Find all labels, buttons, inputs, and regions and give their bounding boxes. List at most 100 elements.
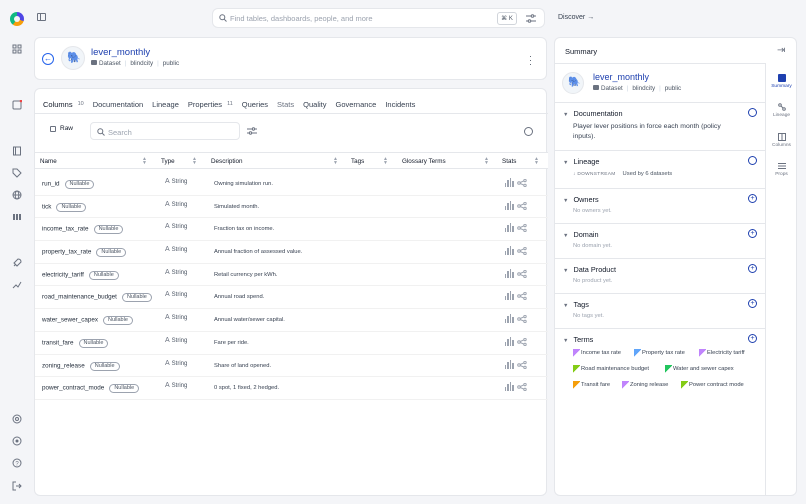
- col-header-name[interactable]: Name: [40, 158, 57, 165]
- tab-incidents[interactable]: Incidents: [385, 100, 415, 109]
- table-row[interactable]: run_id Nullable A String Owning simulation r…: [35, 173, 548, 196]
- stats-bar-icon[interactable]: [505, 268, 514, 278]
- side-tab-props[interactable]: Props: [766, 162, 797, 177]
- question-icon[interactable]: ?: [12, 458, 22, 468]
- analytics-icon[interactable]: [12, 280, 22, 290]
- global-search[interactable]: Find tables, dashboards, people, and mor…: [212, 8, 545, 28]
- column-description[interactable]: Fraction tax on income.: [214, 226, 274, 232]
- settings-icon[interactable]: [12, 436, 22, 446]
- glossary-book-icon[interactable]: [12, 146, 22, 156]
- data-product-header[interactable]: ▼ Data Product: [563, 265, 616, 274]
- sort-icon[interactable]: ▲ ▼: [383, 157, 388, 166]
- add-owner-icon[interactable]: +: [748, 194, 757, 203]
- column-description[interactable]: Retail currency per kWh.: [214, 272, 277, 278]
- entity-schema[interactable]: public: [163, 60, 179, 67]
- column-name[interactable]: zoning_release Nullable: [42, 361, 120, 371]
- tags-header[interactable]: ▼ Tags: [563, 300, 589, 309]
- tab-columns[interactable]: Columns 10: [43, 100, 84, 114]
- column-name[interactable]: water_sewer_capex Nullable: [42, 316, 133, 326]
- lineage-graph-icon[interactable]: [748, 156, 757, 165]
- stats-bar-icon[interactable]: [505, 246, 514, 256]
- tab-documentation[interactable]: Documentation: [93, 100, 143, 109]
- lineage-icon[interactable]: [517, 179, 527, 187]
- table-row[interactable]: zoning_release Nullable A String Share of la…: [35, 355, 548, 378]
- column-name[interactable]: run_id Nullable: [42, 180, 95, 189]
- term-chip[interactable]: Property tax rate: [634, 349, 685, 358]
- table-row[interactable]: transit_fare Nullable A String Fare per ride…: [35, 332, 548, 355]
- term-chip[interactable]: Water and sewer capex: [665, 365, 734, 374]
- collapse-panel-icon[interactable]: ⇥: [777, 45, 785, 56]
- table-row[interactable]: road_maintenance_budget Nullable A String An…: [35, 286, 548, 310]
- table-row[interactable]: water_sewer_capex Nullable A String Annual w…: [35, 309, 548, 332]
- col-header-description[interactable]: Description: [211, 158, 243, 165]
- stats-bar-icon[interactable]: [505, 200, 514, 210]
- col-header-tags[interactable]: Tags: [351, 158, 364, 165]
- column-search-input[interactable]: Search: [90, 122, 240, 140]
- lineage-header[interactable]: ▼ Lineage: [563, 157, 599, 166]
- filter-sliders-icon[interactable]: [526, 14, 536, 23]
- table-row[interactable]: electricity_tariff Nullable A String Retail …: [35, 264, 548, 287]
- tasks-icon[interactable]: [12, 100, 22, 110]
- table-row[interactable]: tick Nullable A String Simulated month.: [35, 196, 548, 219]
- column-description[interactable]: Annual fraction of assessed value.: [214, 249, 302, 255]
- stats-bar-icon[interactable]: [505, 336, 514, 346]
- globe-icon[interactable]: [12, 190, 22, 200]
- column-description[interactable]: Share of land opened.: [214, 363, 271, 369]
- lineage-icon[interactable]: [517, 315, 527, 324]
- column-description[interactable]: 0 spot, 1 fixed, 2 hedged.: [214, 385, 279, 391]
- term-chip[interactable]: Transit fare: [573, 381, 610, 390]
- lineage-icon[interactable]: [517, 201, 527, 210]
- panel-entity-platform[interactable]: blindcity: [632, 85, 655, 92]
- edit-icon[interactable]: [748, 108, 757, 117]
- sort-icon[interactable]: ▲ ▼: [484, 157, 489, 166]
- entity-title[interactable]: lever_monthly: [91, 47, 150, 58]
- more-options-icon[interactable]: · · ·: [529, 52, 532, 69]
- term-chip[interactable]: Zoning release: [622, 381, 668, 390]
- add-term-icon[interactable]: +: [748, 334, 757, 343]
- tab-queries[interactable]: Queries: [242, 100, 268, 109]
- panel-entity-title[interactable]: lever_monthly: [593, 72, 649, 82]
- stats-bar-icon[interactable]: [505, 223, 514, 233]
- column-description[interactable]: Annual road spend.: [214, 294, 264, 300]
- stats-bar-icon[interactable]: [505, 291, 514, 301]
- home-grid-icon[interactable]: [12, 44, 22, 54]
- owners-header[interactable]: ▼ Owners: [563, 195, 599, 204]
- tag-icon[interactable]: [12, 168, 22, 178]
- stats-bar-icon[interactable]: [505, 314, 514, 324]
- stats-bar-icon[interactable]: [505, 382, 514, 392]
- domain-header[interactable]: ▼ Domain: [563, 230, 599, 239]
- lineage-icon[interactable]: [517, 292, 527, 301]
- lineage-icon[interactable]: [517, 269, 527, 278]
- sort-icon[interactable]: ▲ ▼: [333, 157, 338, 166]
- filter-sliders-icon[interactable]: [247, 127, 257, 135]
- term-chip[interactable]: Electricity tariff: [699, 349, 745, 358]
- side-tab-columns[interactable]: Columns: [766, 133, 797, 148]
- lineage-icon[interactable]: [517, 360, 527, 369]
- data-products-icon[interactable]: [12, 212, 22, 222]
- tab-properties[interactable]: Properties 11: [188, 100, 233, 109]
- side-tab-summary[interactable]: Summary: [766, 74, 797, 89]
- column-name[interactable]: income_tax_rate Nullable: [42, 225, 124, 235]
- documentation-header[interactable]: ▼ Documentation: [563, 109, 623, 118]
- column-description[interactable]: Fare per ride.: [214, 340, 249, 346]
- history-icon[interactable]: [524, 127, 533, 136]
- tab-stats[interactable]: Stats: [277, 100, 294, 109]
- add-tag-icon[interactable]: +: [748, 299, 757, 308]
- column-name[interactable]: power_contract_mode Nullable: [42, 384, 140, 394]
- column-name[interactable]: tick Nullable: [42, 202, 87, 212]
- sidebar-toggle-icon[interactable]: [37, 13, 46, 21]
- column-description[interactable]: Annual water/sewer capital.: [214, 317, 285, 323]
- term-chip[interactable]: Road maintenance budget: [573, 365, 649, 374]
- sort-icon[interactable]: ▲ ▼: [534, 157, 539, 166]
- term-chip[interactable]: Income tax rate: [573, 349, 621, 358]
- discover-link[interactable]: Discover →: [558, 14, 594, 21]
- help-icon[interactable]: [12, 414, 22, 424]
- app-logo-icon[interactable]: [10, 12, 24, 26]
- term-chip[interactable]: Power contract mode: [681, 381, 744, 390]
- col-header-glossary[interactable]: Glossary Terms: [402, 158, 446, 165]
- column-name[interactable]: electricity_tariff Nullable: [42, 270, 119, 280]
- raw-toggle[interactable]: Raw: [50, 125, 73, 132]
- lineage-icon[interactable]: [517, 224, 527, 233]
- panel-entity-schema[interactable]: public: [665, 85, 681, 92]
- column-name[interactable]: property_tax_rate Nullable: [42, 248, 127, 258]
